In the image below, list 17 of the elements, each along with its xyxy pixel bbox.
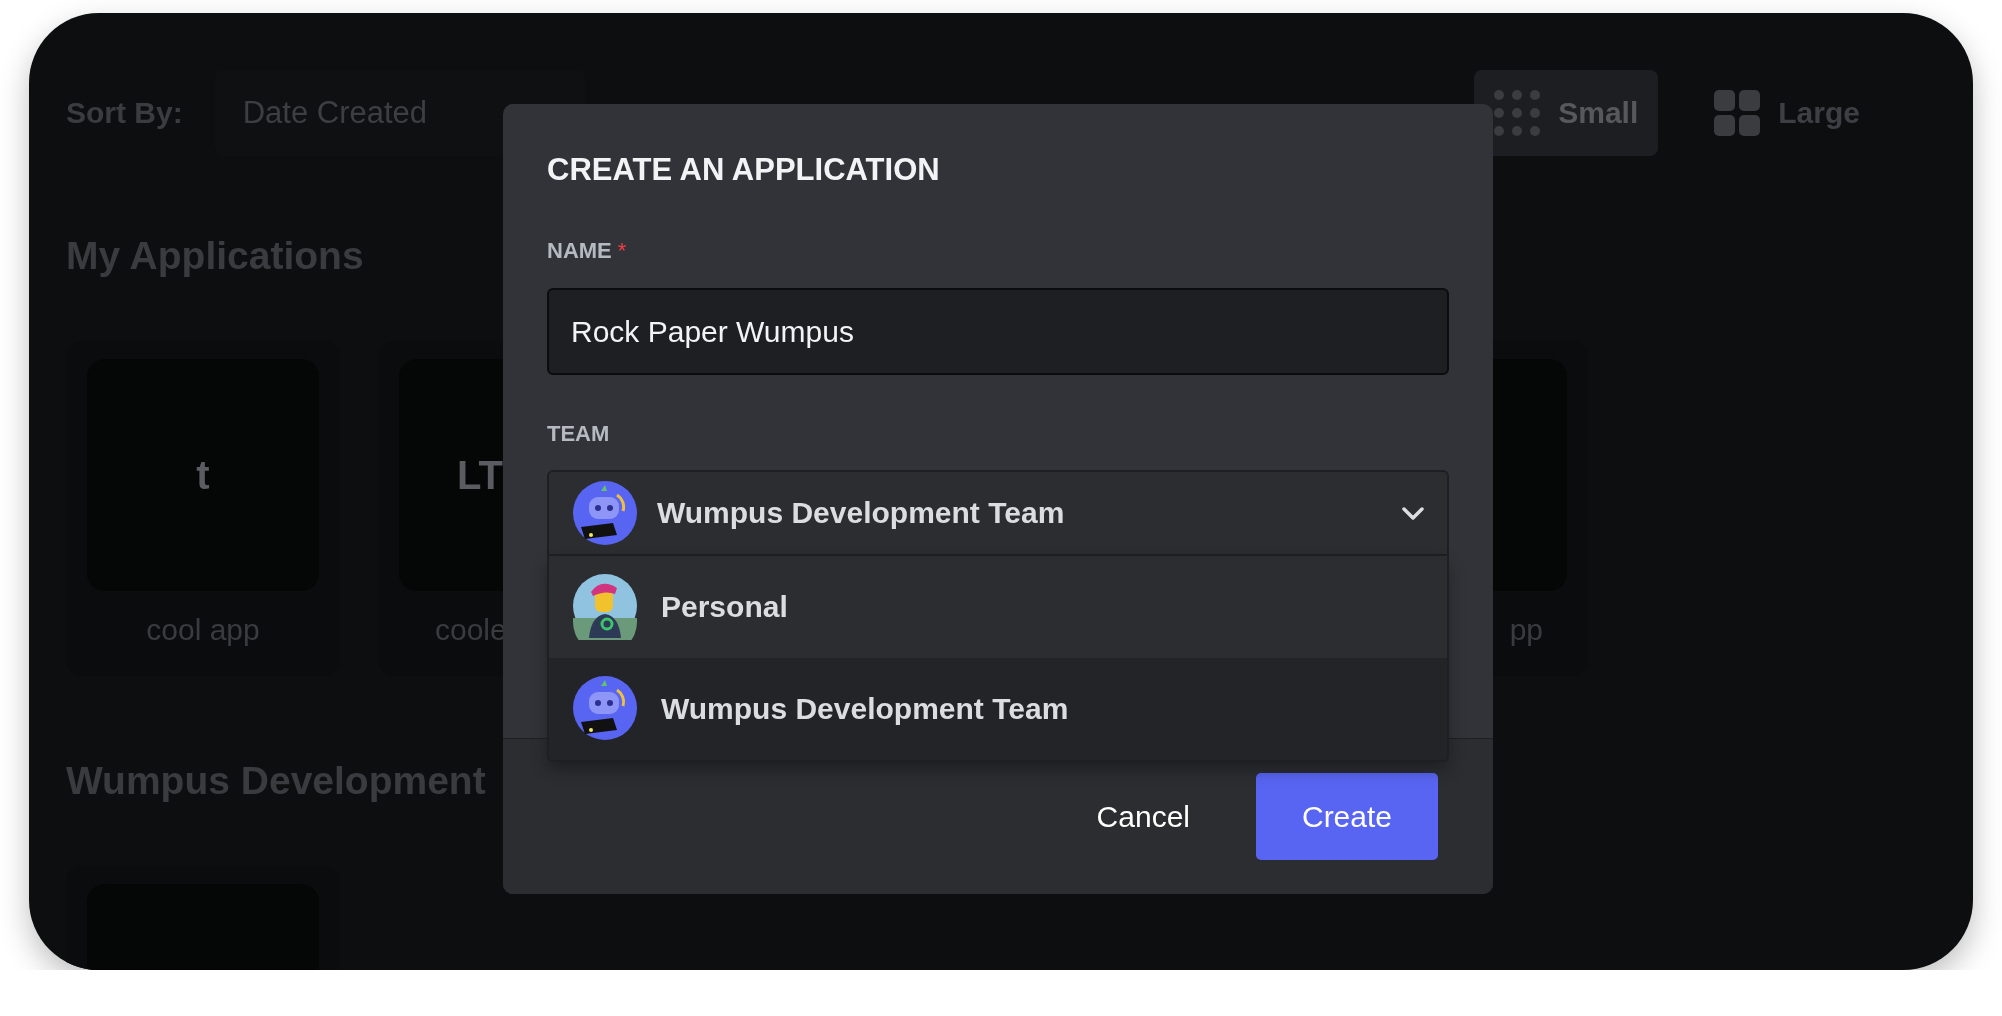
team-select[interactable]: Wumpus Development Team (547, 470, 1449, 556)
required-asterisk: * (617, 238, 627, 264)
dropdown-option[interactable]: Personal (549, 556, 1447, 658)
field-label: NAME (547, 238, 612, 264)
field-label: TEAM (547, 421, 610, 447)
dropdown-option[interactable]: Wumpus Development Team (549, 658, 1447, 760)
selected-team-label: Wumpus Development Team (657, 496, 1066, 530)
app-initials: t (196, 452, 210, 498)
cancel-button[interactable]: Cancel (1092, 799, 1194, 834)
name-input-field[interactable]: Rock Paper Wumpus (547, 288, 1449, 375)
robot-avatar-icon (573, 676, 639, 742)
robot-avatar-icon (573, 481, 637, 545)
app-initials: LT (457, 452, 503, 498)
create-button[interactable]: Create (1256, 773, 1438, 860)
cartoon-avatar-icon (573, 574, 639, 640)
chevron-down-icon (1401, 504, 1425, 522)
square-grid-icon (1714, 90, 1761, 136)
